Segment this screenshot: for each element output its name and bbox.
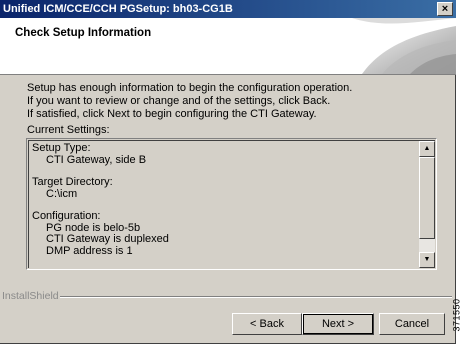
setup-type-label: Setup Type: xyxy=(32,142,91,154)
figure-code-text: 371550 xyxy=(451,298,462,332)
configuration-line: DMP address is 1 xyxy=(46,244,133,257)
configuration-label: Configuration: xyxy=(32,210,101,222)
next-button[interactable]: Next > xyxy=(302,313,374,335)
installshield-brand: InstallShield xyxy=(2,290,59,302)
cancel-button[interactable]: Cancel xyxy=(379,313,445,335)
footer-divider xyxy=(60,296,452,298)
setup-dialog: Unified ICM/CCE/CCH PGSetup: bh03-CG1B ×… xyxy=(0,0,456,344)
title-bar[interactable]: Unified ICM/CCE/CCH PGSetup: bh03-CG1B × xyxy=(0,0,456,18)
settings-inner: Setup Type: CTI Gateway, side B Target D… xyxy=(28,140,435,268)
settings-textbox[interactable]: Setup Type: CTI Gateway, side B Target D… xyxy=(26,138,437,270)
intro-line: If you want to review or change and of t… xyxy=(27,95,331,107)
scroll-down-arrow-icon[interactable]: ▼ xyxy=(419,252,435,268)
decorative-swoosh-icon xyxy=(352,18,456,74)
configuration-line: CTI Gateway is duplexed xyxy=(46,233,169,245)
close-button[interactable]: × xyxy=(437,2,453,16)
target-directory-label: Target Directory: xyxy=(32,176,113,188)
window-title: Unified ICM/CCE/CCH PGSetup: bh03-CG1B xyxy=(3,3,233,15)
intro-text: Setup has enough information to begin th… xyxy=(27,82,352,121)
intro-line: If satisfied, click Next to begin config… xyxy=(27,108,317,120)
vertical-scrollbar[interactable]: ▲ ▼ xyxy=(419,141,435,268)
setup-type-value: CTI Gateway, side B xyxy=(46,153,147,166)
page-title: Check Setup Information xyxy=(15,27,152,39)
figure-code: 371550 xyxy=(452,290,472,344)
settings-content: Setup Type: CTI Gateway, side B Target D… xyxy=(32,142,169,257)
back-button[interactable]: < Back xyxy=(232,313,302,335)
target-directory-value: C:\icm xyxy=(46,187,78,200)
intro-line: Setup has enough information to begin th… xyxy=(27,82,353,94)
header-banner: Check Setup Information xyxy=(0,18,456,75)
scroll-thumb[interactable] xyxy=(419,157,435,239)
scroll-up-arrow-icon[interactable]: ▲ xyxy=(419,141,435,157)
current-settings-label: Current Settings: xyxy=(27,124,110,136)
